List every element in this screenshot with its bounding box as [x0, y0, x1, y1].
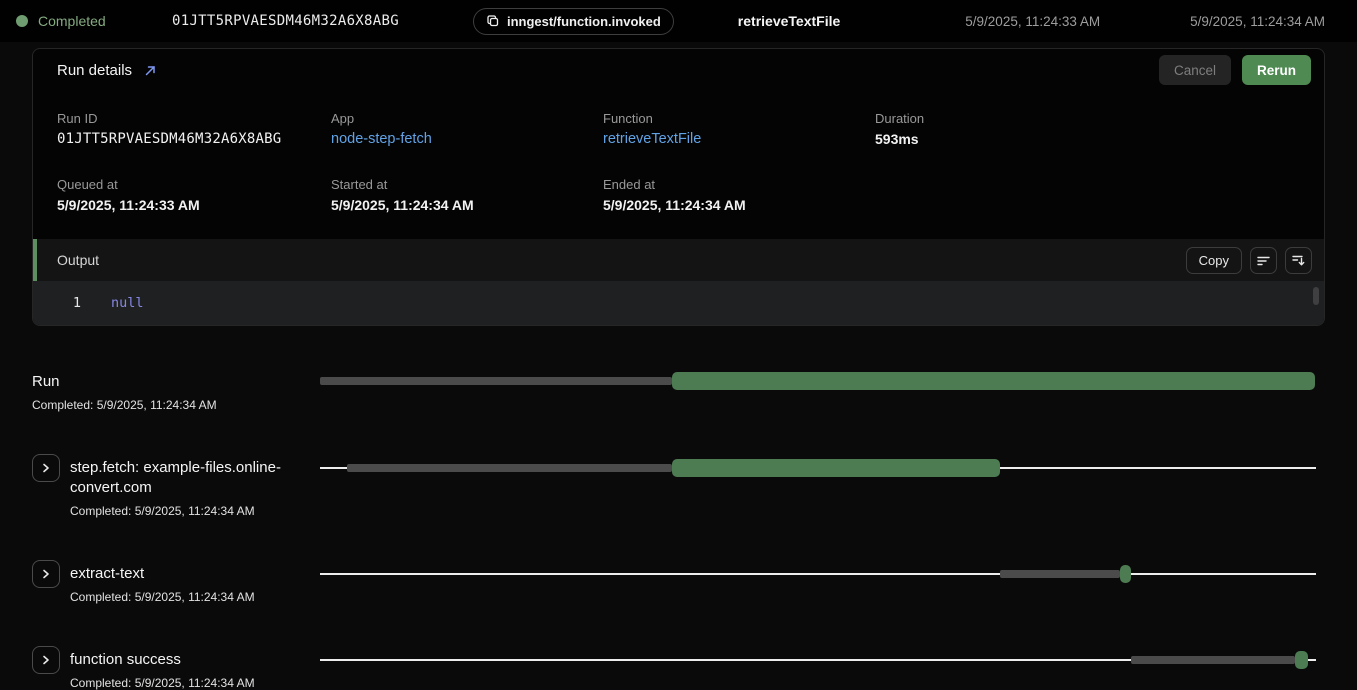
event-badge[interactable]: inngest/function.invoked [473, 8, 674, 35]
step-completed-at: Completed: 5/9/2025, 11:24:34 AM [70, 590, 255, 604]
run-id: 01JTT5RPVAESDM46M32A6X8ABG [172, 13, 399, 29]
field-empty [875, 177, 1300, 213]
status-dot-icon [16, 15, 28, 27]
step-name: Run [32, 372, 217, 392]
header-actions: Cancel Rerun [1159, 55, 1311, 85]
timeline-segment-line [1000, 467, 1316, 469]
run-details-title: Run details [57, 62, 132, 79]
timeline-segment-queued [347, 464, 672, 472]
timeline-segment-line [320, 467, 347, 469]
timeline-row-header: function success Completed: 5/9/2025, 11… [32, 646, 320, 690]
copy-button[interactable]: Copy [1186, 247, 1242, 274]
timeline-segment-line [1131, 573, 1316, 575]
step-completed-at: Completed: 5/9/2025, 11:24:34 AM [32, 398, 217, 412]
field-label: Ended at [603, 177, 875, 192]
status-indicator-group: Completed [16, 13, 146, 29]
cancel-button[interactable]: Cancel [1159, 55, 1231, 85]
expand-button[interactable] [32, 454, 60, 482]
timeline-segment-line [1308, 659, 1316, 661]
field-label: Started at [331, 177, 603, 192]
field-started-at: Started at 5/9/2025, 11:24:34 AM [331, 177, 603, 213]
field-run-id: Run ID 01JTT5RPVAESDM46M32A6X8ABG [57, 111, 331, 147]
code-line: null [111, 295, 144, 311]
chevron-right-icon [41, 569, 51, 579]
wrap-text-button[interactable] [1250, 247, 1277, 274]
output-header: Output Copy [33, 239, 1324, 281]
timeline-row-run: Run Completed: 5/9/2025, 11:24:34 AM [32, 372, 1316, 412]
timeline-segment-queued [320, 377, 672, 385]
field-value: 01JTT5RPVAESDM46M32A6X8ABG [57, 131, 331, 147]
scroll-to-bottom-icon [1291, 253, 1306, 268]
timestamp-started: 5/9/2025, 11:24:34 AM [1190, 14, 1325, 29]
timeline-row-extract-text: extract-text Completed: 5/9/2025, 11:24:… [32, 560, 1316, 604]
timeline-track [320, 372, 1316, 390]
timeline-row-header: extract-text Completed: 5/9/2025, 11:24:… [32, 560, 320, 604]
external-link-icon[interactable] [144, 64, 157, 77]
wrap-text-icon [1256, 253, 1271, 268]
timeline-segment-active [1295, 651, 1308, 669]
step-completed-at: Completed: 5/9/2025, 11:24:34 AM [70, 504, 305, 518]
timeline-segment-line [320, 573, 1000, 575]
field-value: 593ms [875, 131, 1300, 147]
run-details-grid: Run ID 01JTT5RPVAESDM46M32A6X8ABG App no… [33, 91, 1324, 239]
timeline-segment-active [1120, 565, 1131, 583]
field-duration: Duration 593ms [875, 111, 1300, 147]
field-label: App [331, 111, 603, 126]
copy-icon [486, 14, 500, 28]
timeline-segment-active [672, 372, 1315, 390]
step-name: step.fetch: example-files.online-convert… [70, 458, 305, 498]
timeline-row-header: Run Completed: 5/9/2025, 11:24:34 AM [32, 372, 320, 412]
run-timeline: Run Completed: 5/9/2025, 11:24:34 AM ste… [0, 326, 1357, 690]
timeline-segment-active [672, 459, 1001, 477]
run-status-bar: Completed 01JTT5RPVAESDM46M32A6X8ABG inn… [0, 0, 1357, 42]
field-queued-at: Queued at 5/9/2025, 11:24:33 AM [57, 177, 331, 213]
expand-button[interactable] [32, 646, 60, 674]
field-label: Run ID [57, 111, 331, 126]
scroll-to-bottom-button[interactable] [1285, 247, 1312, 274]
field-app: App node-step-fetch [331, 111, 603, 147]
step-name: extract-text [70, 564, 255, 584]
timeline-track [320, 565, 1316, 583]
rerun-button[interactable]: Rerun [1242, 55, 1311, 85]
function-name: retrieveTextFile [738, 13, 840, 29]
timeline-row-step-fetch: step.fetch: example-files.online-convert… [32, 454, 1316, 518]
field-value: 5/9/2025, 11:24:33 AM [57, 197, 331, 213]
timeline-segment-line [320, 659, 1131, 661]
output-code-viewer: 1 null [33, 281, 1324, 325]
step-name: function success [70, 650, 255, 670]
timestamp-queued: 5/9/2025, 11:24:33 AM [965, 14, 1100, 29]
run-details-card: Run details Cancel Rerun Run ID 01JTT5RP… [32, 48, 1325, 326]
event-badge-label: inngest/function.invoked [507, 14, 661, 29]
field-function: Function retrieveTextFile [603, 111, 875, 147]
chevron-right-icon [41, 463, 51, 473]
field-ended-at: Ended at 5/9/2025, 11:24:34 AM [603, 177, 875, 213]
field-label: Queued at [57, 177, 331, 192]
field-value: 5/9/2025, 11:24:34 AM [603, 197, 875, 213]
app-link[interactable]: node-step-fetch [331, 131, 603, 147]
timeline-segment-queued [1131, 656, 1295, 664]
timeline-track [320, 459, 1316, 477]
chevron-right-icon [41, 655, 51, 665]
expand-button[interactable] [32, 560, 60, 588]
run-details-header: Run details Cancel Rerun [33, 49, 1324, 91]
timeline-segment-queued [1000, 570, 1120, 578]
field-value: 5/9/2025, 11:24:34 AM [331, 197, 603, 213]
status-label: Completed [38, 13, 106, 29]
field-label: Duration [875, 111, 1300, 126]
output-actions: Copy [1186, 247, 1312, 274]
field-label: Function [603, 111, 875, 126]
function-link[interactable]: retrieveTextFile [603, 131, 875, 147]
step-completed-at: Completed: 5/9/2025, 11:24:34 AM [70, 676, 255, 690]
output-title: Output [57, 252, 99, 268]
timeline-row-header: step.fetch: example-files.online-convert… [32, 454, 320, 518]
line-number: 1 [33, 295, 81, 311]
timeline-track [320, 651, 1316, 669]
scrollbar-thumb[interactable] [1313, 287, 1319, 305]
timeline-row-function-success: function success Completed: 5/9/2025, 11… [32, 646, 1316, 690]
